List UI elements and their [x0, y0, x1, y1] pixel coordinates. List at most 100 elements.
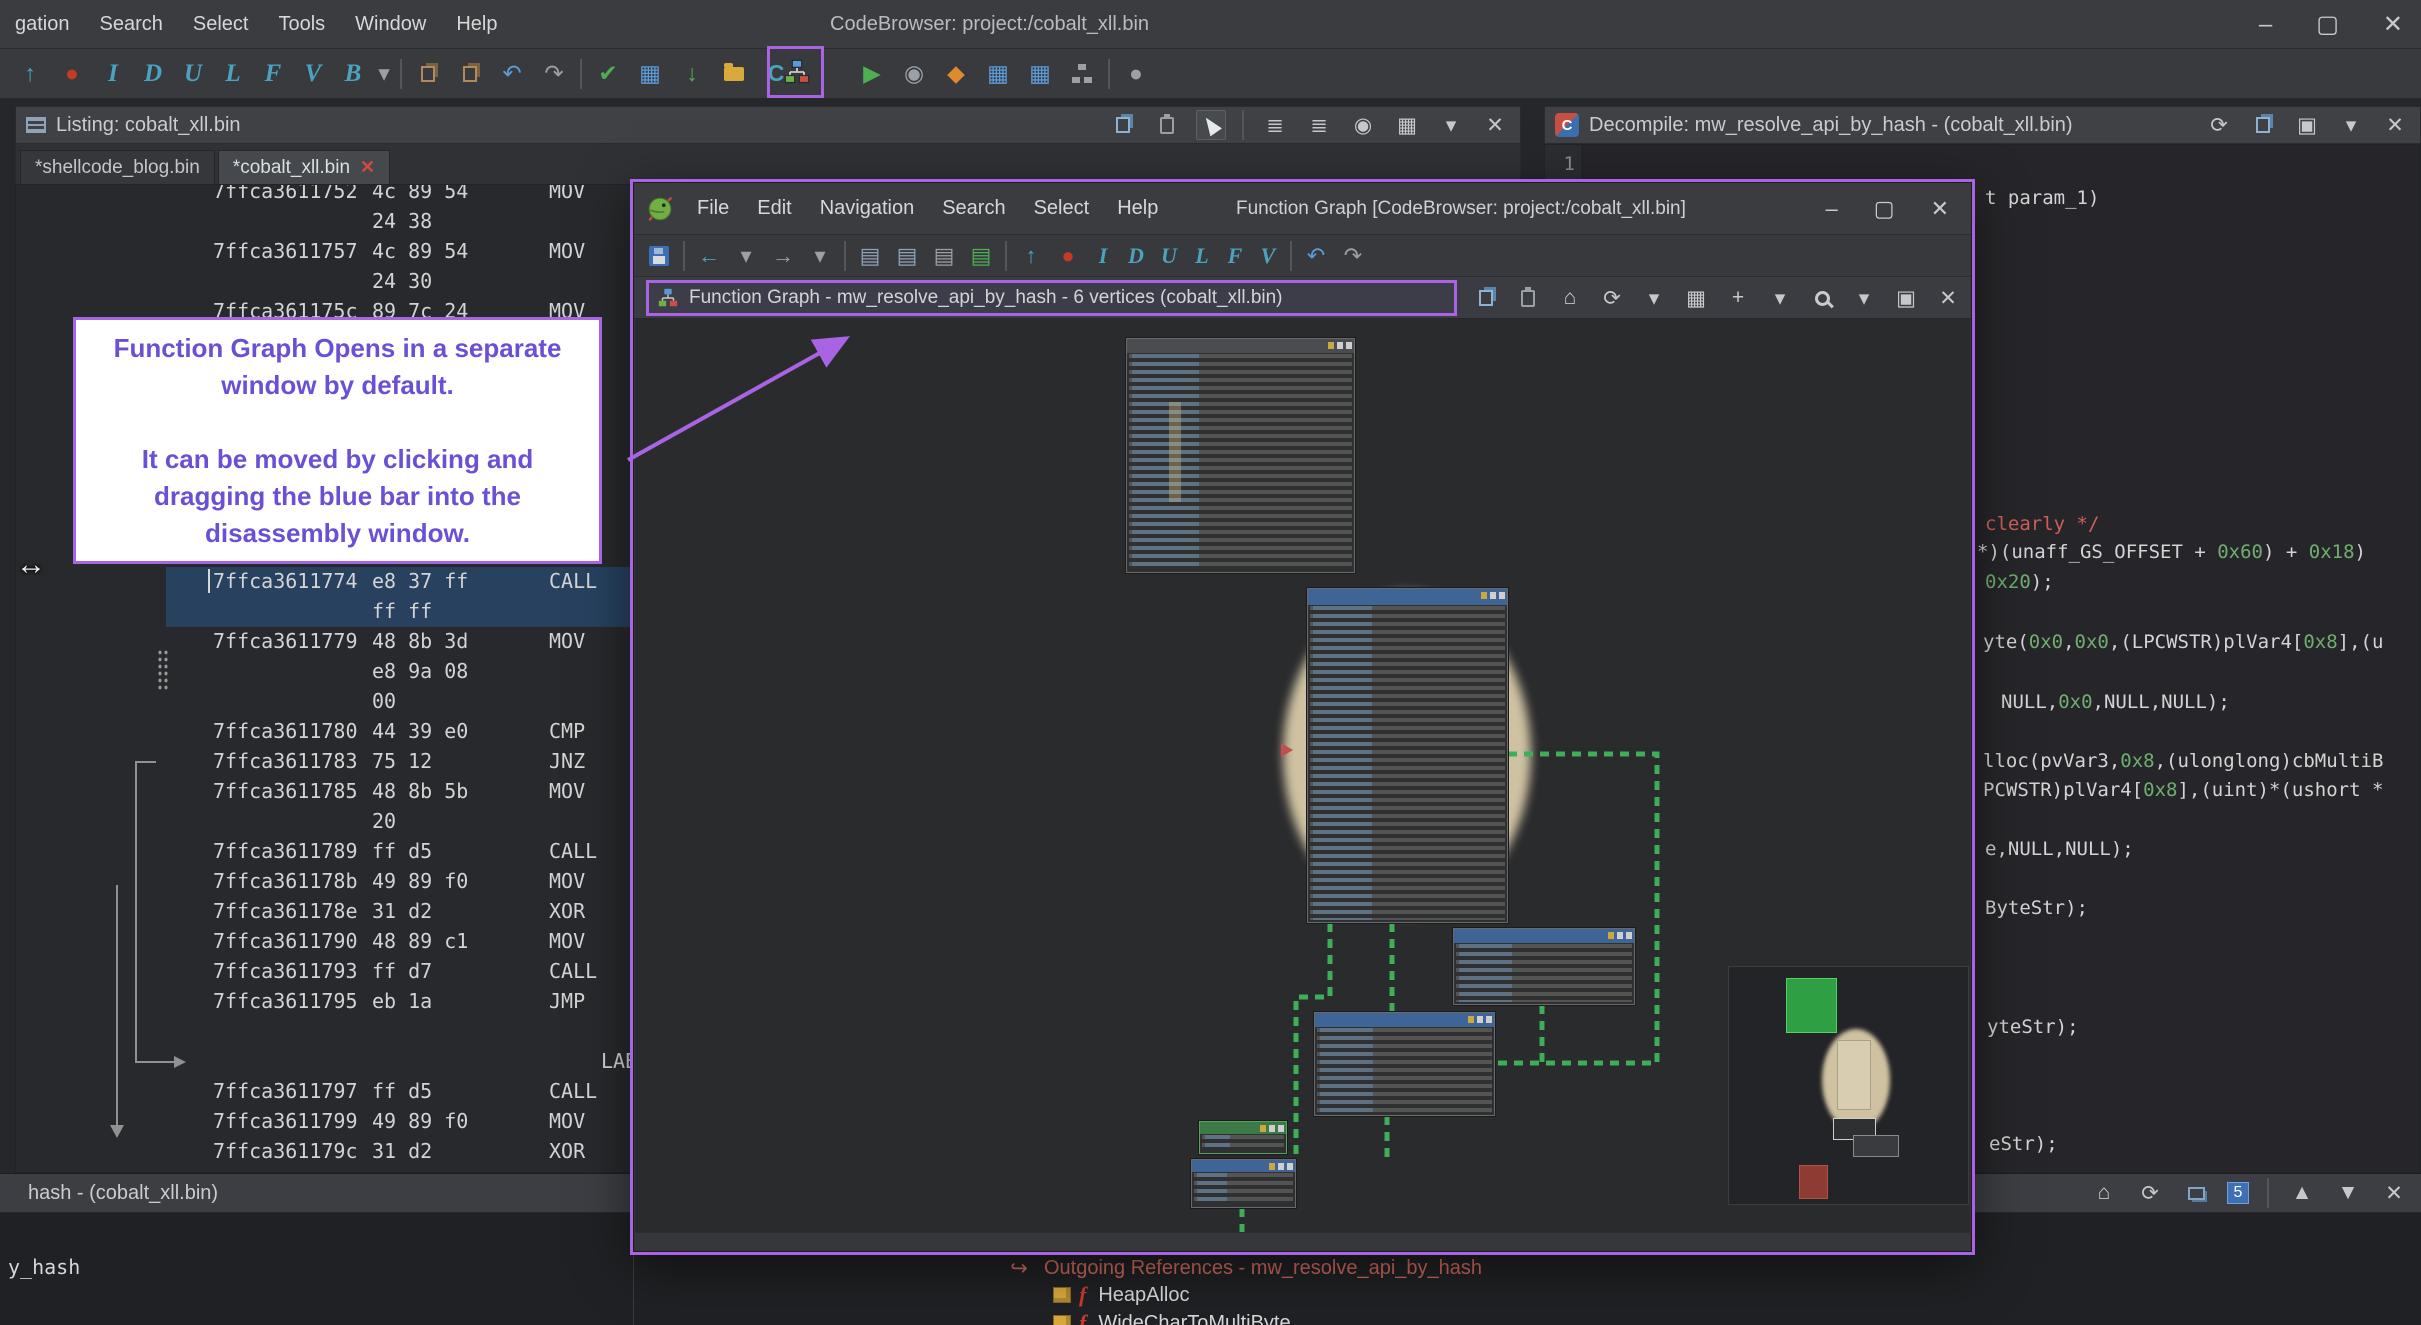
letter-D-icon[interactable]: D: [1123, 239, 1149, 273]
letter-U-icon[interactable]: U: [176, 55, 210, 93]
function-graph-titlebar[interactable]: File Edit Navigation Search Select Help …: [634, 183, 1971, 235]
decompiled-code-fragment[interactable]: yteStr);: [1987, 1016, 2079, 1038]
diamond-icon[interactable]: ◆: [938, 55, 974, 93]
maximize-button[interactable]: ▢: [2316, 10, 2339, 39]
copy-block-icon[interactable]: ▤: [855, 239, 885, 273]
vertex-titlebar[interactable]: [1315, 1013, 1494, 1027]
letter-V-icon[interactable]: V: [296, 55, 330, 93]
vertex-titlebar[interactable]: [1454, 929, 1634, 943]
clear-bookmarks-icon[interactable]: ●: [54, 55, 90, 93]
letter-D-icon[interactable]: D: [136, 55, 170, 93]
tab-cobalt-xll[interactable]: *cobalt_xll.bin ✕: [217, 150, 391, 184]
relayout-icon[interactable]: ⟳: [1597, 283, 1627, 313]
decompiled-code-fragment[interactable]: *)(unaff_GS_OFFSET + 0x60) + 0x18): [1977, 541, 2366, 563]
letter-I-icon[interactable]: I: [1090, 239, 1116, 273]
fg-close-button[interactable]: ✕: [1931, 196, 1949, 222]
minimize-button[interactable]: –: [2259, 11, 2272, 39]
vertex-titlebar[interactable]: [1308, 589, 1507, 605]
memory-icon[interactable]: ●: [1118, 55, 1154, 93]
graph-vertex-4[interactable]: [1314, 1012, 1495, 1116]
home-icon[interactable]: ⌂: [2089, 1178, 2119, 1208]
chevron-down-icon[interactable]: ▾: [2336, 110, 2366, 140]
letter-I-icon[interactable]: I: [96, 55, 130, 93]
data-type-manager-icon[interactable]: ▦: [980, 55, 1016, 93]
letter-F-icon[interactable]: F: [1222, 239, 1248, 273]
satellite-view[interactable]: [1728, 966, 1969, 1205]
letter-V-icon[interactable]: V: [1255, 239, 1281, 273]
graph-vertex-3[interactable]: [1453, 928, 1635, 1005]
vertex-titlebar[interactable]: [1127, 339, 1354, 353]
fg-menu-edit[interactable]: Edit: [744, 197, 804, 220]
field-format-icon[interactable]: ▦: [1392, 110, 1422, 140]
undo-icon[interactable]: ↶: [1301, 239, 1331, 273]
decompiled-code-fragment[interactable]: lloc(pvVar3,0x8,(ulonglong)cbMultiB: [1983, 750, 2383, 772]
hierarchy-icon[interactable]: [1064, 55, 1100, 93]
close-panel-icon[interactable]: ✕: [1933, 283, 1963, 313]
collapse-all-icon[interactable]: ▼: [2333, 1178, 2363, 1208]
table-edit-icon[interactable]: ▦: [1022, 55, 1058, 93]
paste-icon[interactable]: [1513, 283, 1543, 313]
decompiled-code-fragment[interactable]: NULL,0x0,NULL,NULL);: [2001, 691, 2230, 713]
decompiled-code-fragment[interactable]: clearly */: [1985, 513, 2099, 535]
menu-tools[interactable]: Tools: [263, 13, 340, 36]
detach-icon[interactable]: ▣: [2292, 110, 2322, 140]
save-button[interactable]: [644, 239, 674, 273]
fg-menu-help[interactable]: Help: [1104, 197, 1171, 220]
nav-back-icon[interactable]: ←: [694, 239, 724, 273]
detach-icon[interactable]: ▣: [1891, 283, 1921, 313]
crosshair-icon[interactable]: +: [1723, 283, 1753, 313]
graph-vertex-5[interactable]: [1199, 1121, 1287, 1154]
decompiled-code-fragment[interactable]: t param_1): [1985, 187, 2099, 209]
copy-special-icon[interactable]: [410, 55, 446, 93]
tab-close-icon[interactable]: ✕: [360, 157, 375, 178]
letter-U-icon[interactable]: U: [1156, 239, 1182, 273]
function-graph-button[interactable]: [779, 54, 815, 90]
expand-all-icon[interactable]: ▲: [2287, 1178, 2317, 1208]
letter-L-icon[interactable]: L: [216, 55, 250, 93]
magnifier-icon[interactable]: [1807, 283, 1837, 313]
chevron-down-icon[interactable]: ▾: [1436, 110, 1466, 140]
open-page-icon[interactable]: ▤: [966, 239, 996, 273]
decompile-panel-header[interactable]: C Decompile: mw_resolve_api_by_hash - (c…: [1544, 106, 2421, 144]
decompiled-code-fragment[interactable]: eStr);: [1989, 1133, 2058, 1155]
import-icon[interactable]: ↓: [674, 55, 710, 93]
chevron-down-icon[interactable]: ▾: [1765, 283, 1795, 313]
close-button[interactable]: ✕: [2383, 10, 2403, 39]
fg-menu-navigation[interactable]: Navigation: [807, 197, 928, 220]
call-tree-item[interactable]: y_hash: [8, 1255, 80, 1279]
copy-icon[interactable]: [1108, 110, 1138, 140]
chevron-down-icon[interactable]: ▾: [1639, 283, 1669, 313]
cursor-tool-icon[interactable]: [1196, 110, 1226, 140]
graph-canvas[interactable]: [635, 319, 1970, 1233]
nav-up-icon[interactable]: ↑: [1016, 239, 1046, 273]
page-icon[interactable]: ▤: [929, 239, 959, 273]
diff-view-icon-2[interactable]: ≣: [1304, 110, 1334, 140]
fg-provider-header[interactable]: Function Graph - mw_resolve_api_by_hash …: [634, 277, 1971, 319]
menu-help[interactable]: Help: [441, 13, 512, 36]
close-panel-icon[interactable]: ✕: [2379, 1178, 2409, 1208]
menu-navigation[interactable]: gation: [0, 13, 85, 36]
fg-menu-select[interactable]: Select: [1021, 197, 1103, 220]
function-graph-window[interactable]: File Edit Navigation Search Select Help …: [630, 179, 1975, 1255]
refresh-icon[interactable]: ⟳: [2204, 110, 2234, 140]
decompiled-code-fragment[interactable]: yte(0x0,0x0,(LPCWSTR)plVar4[0x8],(u: [1983, 631, 2383, 653]
menu-search[interactable]: Search: [85, 13, 178, 36]
refresh-icon[interactable]: ⟳: [2135, 1178, 2165, 1208]
menu-window[interactable]: Window: [340, 13, 441, 36]
tab-shellcode-blog[interactable]: *shellcode_blog.bin: [20, 150, 215, 184]
redo-icon[interactable]: ↷: [536, 55, 572, 93]
decompiled-code-fragment[interactable]: 0x20);: [1985, 571, 2054, 593]
listing-panel-header[interactable]: Listing: cobalt_xll.bin ≣ ≣ ◉ ▦ ▾ ✕: [15, 106, 1521, 144]
nav-up-icon[interactable]: ↑: [12, 55, 48, 93]
copy-icon[interactable]: [1471, 283, 1501, 313]
paste-special-icon[interactable]: [452, 55, 488, 93]
redo-icon[interactable]: ↷: [1338, 239, 1368, 273]
menu-select[interactable]: Select: [178, 13, 264, 36]
reference-row[interactable]: f HeapAlloc: [1053, 1281, 1291, 1309]
fg-maximize-button[interactable]: ▢: [1874, 196, 1895, 222]
layout-icon[interactable]: ▦: [1681, 283, 1711, 313]
chevron-down-icon[interactable]: ▾: [805, 239, 835, 273]
decompiled-code-fragment[interactable]: ByteStr);: [1985, 897, 2088, 919]
run-script-icon[interactable]: ▶: [854, 55, 890, 93]
graph-vertex-entry[interactable]: [1126, 338, 1355, 573]
